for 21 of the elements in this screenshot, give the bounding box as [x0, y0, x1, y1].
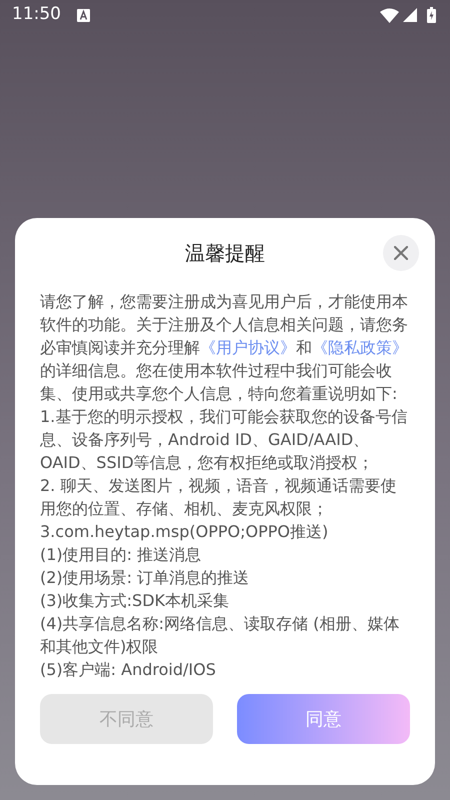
intro-paragraph: 请您了解，您需要注册成为喜见用户后，才能使用本软件的功能。关于注册及个人信息相关问题，请您务必审慎阅读并充分理解《用户协议》和《隐私政策》 的详细信息。您在使用本软件过程中我们可能会收集、使用或共享您个人信息，特向您着重说明如下: — [40, 291, 409, 405]
agree-button[interactable]: 同意 — [237, 694, 410, 744]
permission-item: 2. 聊天、发送图片，视频，语音，视频通话需要使用您的位置、存储、相机、麦克风权限； — [40, 475, 398, 520]
permission-item: (2)使用场景: 订单消息的推送 — [40, 567, 250, 589]
permission-item: 3.com.heytap.msp(OPPO;OPPO推送) — [40, 521, 330, 543]
policy-link[interactable]: 《隐私政策》 — [312, 338, 408, 357]
battery-icon — [427, 7, 436, 23]
permission-item: (3)收集方式:SDK本机采集 — [40, 590, 230, 612]
permission-item: (5)客户端: Android/IOS — [40, 659, 217, 681]
permission-item: 1.基于您的明示授权，我们可能会获取您的设备号信息、设备序列号，Android ID、GAID/AAID、OAID、SSID等信息，您有权拒绝或取消授权； — [40, 406, 408, 474]
wifi-icon — [380, 8, 399, 22]
close-button[interactable] — [383, 235, 419, 271]
permission-item: (4)共享信息名称:网络信息、读取存储 (相册、媒体和其他文件)权限 — [40, 613, 400, 658]
status-time: 11:50 — [12, 3, 61, 26]
signal-icon — [403, 8, 417, 22]
permission-item: (1)使用目的: 推送消息 — [40, 544, 202, 566]
policy-link[interactable]: 《用户协议》 — [200, 338, 296, 357]
notification-icon — [77, 8, 90, 22]
disagree-button[interactable]: 不同意 — [40, 694, 213, 744]
close-icon — [394, 246, 408, 260]
dialog-title: 温馨提醒 — [185, 241, 265, 265]
